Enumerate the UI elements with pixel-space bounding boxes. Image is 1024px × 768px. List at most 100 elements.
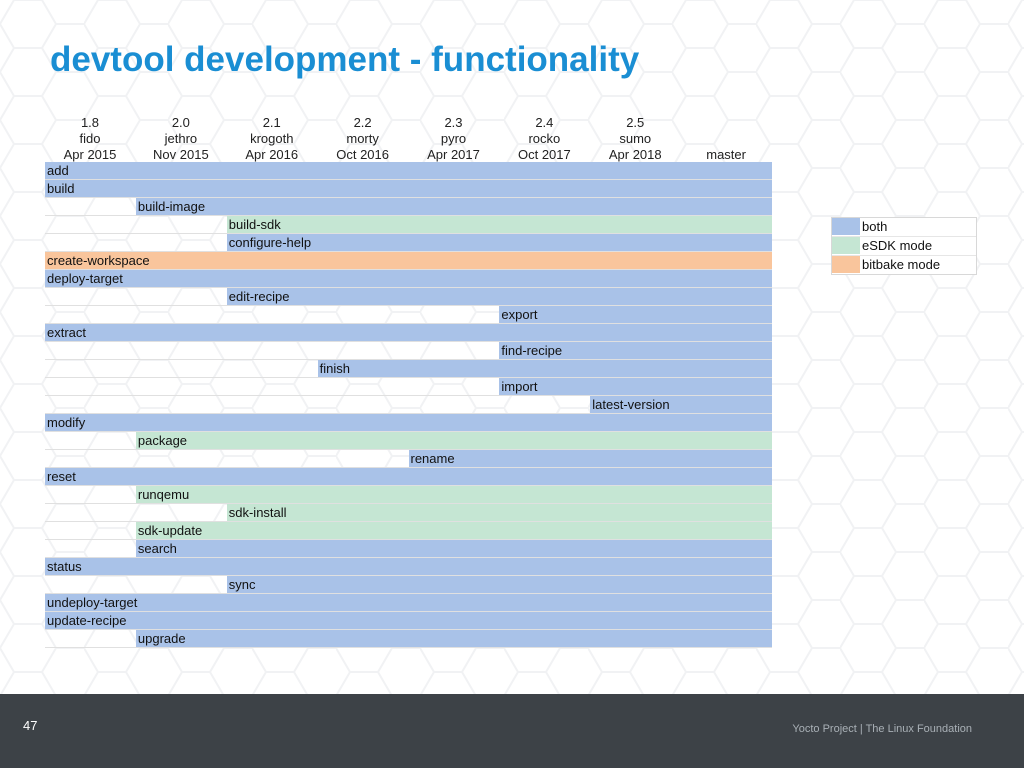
command-bar: reset	[45, 468, 772, 485]
version-header: 2.5 sumo Apr 2018	[590, 115, 680, 163]
command-bar: build	[45, 180, 772, 197]
version-codename: rocko	[528, 131, 561, 146]
page-number: 47	[23, 718, 38, 733]
table-row: create-workspace	[45, 252, 772, 270]
version-header: 2.0 jethro Nov 2015	[136, 115, 226, 163]
command-bar: undeploy-target	[45, 594, 772, 611]
command-bar: rename	[408, 450, 772, 467]
version-number: 2.0	[171, 115, 190, 130]
command-bar: finish	[317, 360, 772, 377]
legend-swatch	[832, 218, 860, 235]
legend-item: both	[832, 218, 976, 237]
table-row: deploy-target	[45, 270, 772, 288]
table-row: build-image	[45, 198, 772, 216]
table-row: undeploy-target	[45, 594, 772, 612]
version-codename: jethro	[164, 131, 198, 146]
version-codename: fido	[79, 131, 101, 146]
version-number: 1.8	[80, 115, 100, 130]
table-row: configure-help	[45, 234, 772, 252]
command-bar: import	[499, 378, 772, 395]
version-date: Apr 2015	[63, 147, 117, 162]
table-row: sync	[45, 576, 772, 594]
table-row: upgrade	[45, 630, 772, 648]
command-bar: build-sdk	[226, 216, 772, 233]
command-bar: runqemu	[135, 486, 772, 503]
version-date: Oct 2016	[336, 147, 389, 162]
legend-label: both	[862, 219, 888, 234]
table-row: find-recipe	[45, 342, 772, 360]
legend-item: eSDK mode	[832, 237, 976, 256]
table-row: modify	[45, 414, 772, 432]
command-bar: upgrade	[135, 630, 772, 647]
version-number: 2.5	[626, 115, 645, 130]
version-number: 2.1	[262, 115, 281, 130]
version-date: Oct 2017	[517, 147, 571, 162]
table-row: build-sdk	[45, 216, 772, 234]
version-codename: sumo	[619, 131, 652, 146]
version-header: 2.1 krogoth Apr 2016	[227, 115, 317, 163]
version-codename: pyro	[440, 131, 467, 146]
command-bar: search	[135, 540, 772, 557]
table-row: sdk-install	[45, 504, 772, 522]
command-bar: update-recipe	[45, 612, 772, 629]
version-number: 2.4	[535, 115, 554, 130]
table-row: package	[45, 432, 772, 450]
command-bar: extract	[45, 324, 772, 341]
table-row: export	[45, 306, 772, 324]
table-row: sdk-update	[45, 522, 772, 540]
version-codename	[681, 131, 771, 147]
command-bar: find-recipe	[499, 342, 772, 359]
command-bar: create-workspace	[45, 252, 772, 269]
command-bar: configure-help	[226, 234, 772, 251]
command-bar: package	[135, 432, 772, 449]
legend-label: bitbake mode	[862, 257, 941, 272]
table-row: build	[45, 180, 772, 198]
version-date: Apr 2017	[427, 147, 480, 162]
table-row: latest-version	[45, 396, 772, 414]
legend: both eSDK mode bitbake mode	[831, 217, 977, 275]
command-bar: edit-recipe	[226, 288, 772, 305]
legend-item: bitbake mode	[832, 256, 976, 274]
command-bar: sdk-install	[226, 504, 772, 521]
page-title: devtool development - functionality	[50, 40, 640, 79]
version-date: Apr 2018	[608, 147, 662, 162]
version-header: 1.8 fido Apr 2015	[45, 115, 135, 163]
version-header: 2.3 pyro Apr 2017	[409, 115, 499, 163]
command-bar: latest-version	[590, 396, 772, 413]
table-row: import	[45, 378, 772, 396]
command-bar: status	[45, 558, 772, 575]
command-bar: add	[45, 162, 772, 179]
table-row: add	[45, 162, 772, 180]
version-number	[681, 115, 771, 131]
footer-text: Yocto Project | The Linux Foundation	[792, 723, 972, 735]
table-row: runqemu	[45, 486, 772, 504]
version-date: Apr 2016	[245, 147, 299, 162]
version-number: 2.2	[353, 115, 372, 130]
legend-label: eSDK mode	[862, 238, 933, 253]
command-bar: export	[499, 306, 772, 323]
table-row: edit-recipe	[45, 288, 772, 306]
table-row: update-recipe	[45, 612, 772, 630]
table-row: extract	[45, 324, 772, 342]
version-codename: krogoth	[250, 131, 294, 146]
version-date: Nov 2015	[153, 147, 209, 162]
version-number: 2.3	[444, 115, 463, 130]
version-codename: morty	[346, 131, 379, 146]
command-bar: sync	[226, 576, 772, 593]
table-row: finish	[45, 360, 772, 378]
command-bar: sdk-update	[135, 522, 772, 539]
table-row: reset	[45, 468, 772, 486]
table-row: search	[45, 540, 772, 558]
command-bar: deploy-target	[45, 270, 772, 287]
functionality-table: add build build-image build-sdk configure-he…	[45, 162, 772, 648]
command-bar: modify	[45, 414, 772, 431]
version-header: 2.2 morty Oct 2016	[318, 115, 408, 163]
table-row: rename	[45, 450, 772, 468]
version-header: master	[681, 115, 771, 163]
table-row: status	[45, 558, 772, 576]
version-header: 2.4 rocko Oct 2017	[499, 115, 589, 163]
legend-swatch	[832, 237, 860, 254]
legend-swatch	[832, 256, 860, 273]
footer-bar: 47 Yocto Project | The Linux Foundation	[0, 694, 1024, 768]
version-date: master	[706, 147, 746, 162]
